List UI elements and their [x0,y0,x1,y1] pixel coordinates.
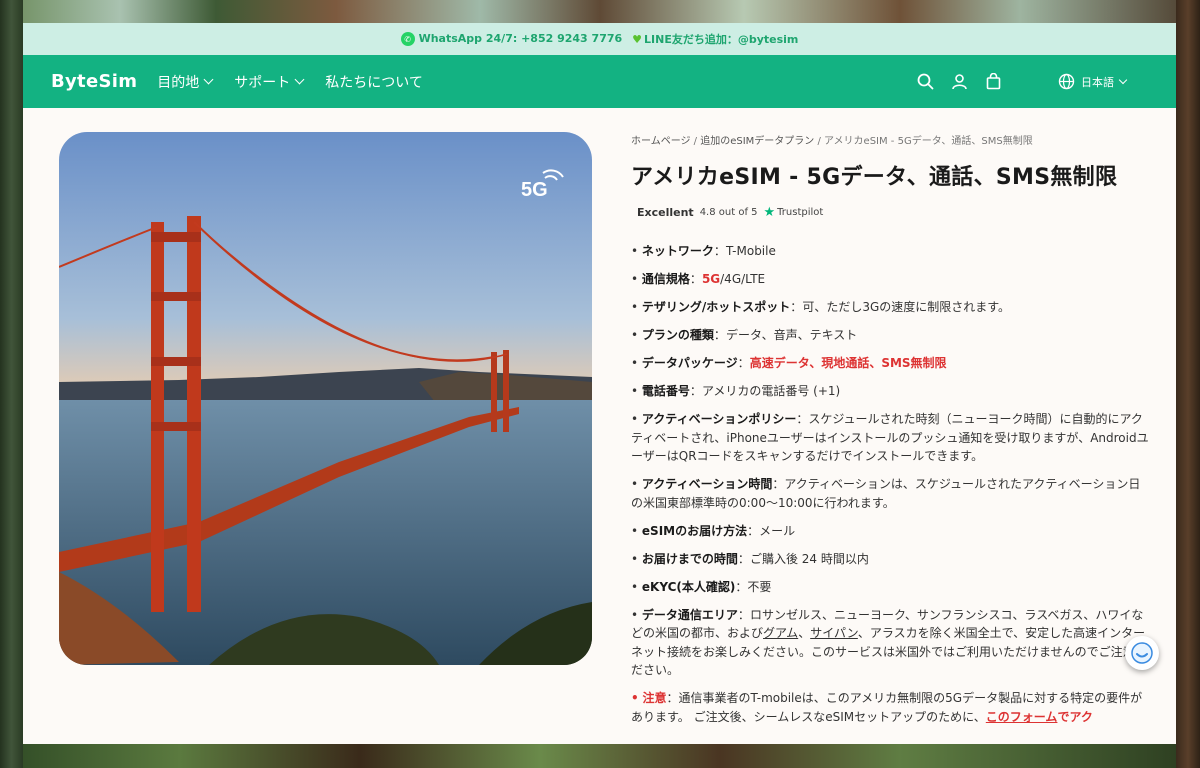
spec-delivery-time: • お届けまでの時間：ご購入後 24 時間以内 [631,551,869,566]
announcement-bar: ✆ WhatsApp 24/7: +852 9243 7776 ♥ LINE友だち追… [23,23,1176,55]
page-title: アメリカeSIM - 5Gデータ、通話、SMS無制限 [631,165,1118,190]
spec-network: • ネットワーク：T-Mobile [631,244,776,258]
background-forest-bottom [0,744,1200,768]
trustpilot-label: Excellent [637,206,694,219]
spec-note: • 注意：通信事業者のT-mobileは、このアメリカ無制限の5Gデータ製品に対… [631,691,1143,724]
saipan-link[interactable]: サイパン [810,626,858,640]
5g-badge: 5G [521,179,548,201]
chat-smile-icon [1131,642,1153,664]
chevron-down-icon [1118,75,1128,84]
chat-button[interactable] [1125,636,1159,670]
trustpilot-score: 4.8 out of 5 [699,207,758,218]
cart-icon[interactable] [984,73,1002,91]
background-forest-top [0,0,1200,24]
chevron-down-icon [203,74,214,85]
spec-coverage-area: • データ通信エリア：ロサンゼルス、ニューヨーク、サンフランシスコ、ラスベガス、… [631,607,1147,678]
product-section: 5G ホームページ / 追加のeSIMデータプラン / アメリカeSIM - 5… [23,108,1176,744]
spec-activation-time: • アクティベーション時間：アクティベーションは、スケジュールされたアクティベー… [631,477,1141,510]
background-trunk-right [1176,0,1200,768]
breadcrumb-home[interactable]: ホームページ [631,136,691,147]
account-icon[interactable] [950,73,968,91]
trustpilot-star-icon: ★ [763,205,776,220]
whatsapp-icon: ✆ [400,32,415,47]
spec-plan-type: • プランの種類：データ、音声、テキスト [631,328,858,342]
chevron-down-icon [294,74,305,85]
background-trunk-left [0,0,23,768]
guam-link[interactable]: グアム [763,626,798,640]
form-link[interactable]: このフォーム [986,710,1058,724]
line-link[interactable]: ♥ LINE友だち追加：@bytesim [632,31,798,47]
spec-delivery-method: • eSIMのお届け方法：メール [631,523,796,538]
trustpilot-brand: Trustpilot [777,207,824,218]
spec-data-package: • データパッケージ：高速データ、現地通話、SMS無制限 [631,356,947,370]
site-logo[interactable]: ByteSim [51,71,137,92]
nav-item-destinations[interactable]: 目的地 [157,72,214,92]
nav-item-about[interactable]: 私たちについて [325,72,423,92]
nav-item-support[interactable]: サポート [234,72,305,92]
spec-phone-number: • 電話番号：アメリカの電話番号 (+1) [631,384,841,398]
language-selector[interactable]: 日本語 [1058,73,1128,90]
breadcrumb-parent[interactable]: 追加のeSIMデータプラン [700,136,814,147]
trustpilot-widget[interactable]: Excellent 4.8 out of 5 ★ Trustpilot [637,205,1151,220]
browser-page: ✆ WhatsApp 24/7: +852 9243 7776 ♥ LINE友だち追… [23,23,1176,744]
breadcrumb-current: アメリカeSIM - 5Gデータ、通話、SMS無制限 [824,136,1033,147]
globe-icon [1058,73,1075,90]
breadcrumb: ホームページ / 追加のeSIMデータプラン / アメリカeSIM - 5Gデー… [631,136,1033,147]
search-icon[interactable] [916,73,934,91]
product-image-golden-gate[interactable]: 5G [59,132,592,665]
product-info: ホームページ / 追加のeSIMデータプラン / アメリカeSIM - 5Gデー… [631,132,1151,736]
spec-ekyc: • eKYC(本人確認)：不要 [631,579,772,594]
spec-tethering: • テザリング/ホットスポット：可、ただし3Gの速度に制限されます。 [631,300,1011,314]
whatsapp-link[interactable]: ✆ WhatsApp 24/7: +852 9243 7776 [400,32,622,47]
heart-icon: ♥ [632,33,643,46]
spec-activation-policy: • アクティベーションポリシー：スケジュールされた時刻（ニューヨーク時間）に自動… [631,412,1149,463]
main-nav: ByteSim 目的地 サポート 私たちについて 日本語 [23,55,1176,108]
spec-standard: • 通信規格：5G/4G/LTE [631,272,766,286]
